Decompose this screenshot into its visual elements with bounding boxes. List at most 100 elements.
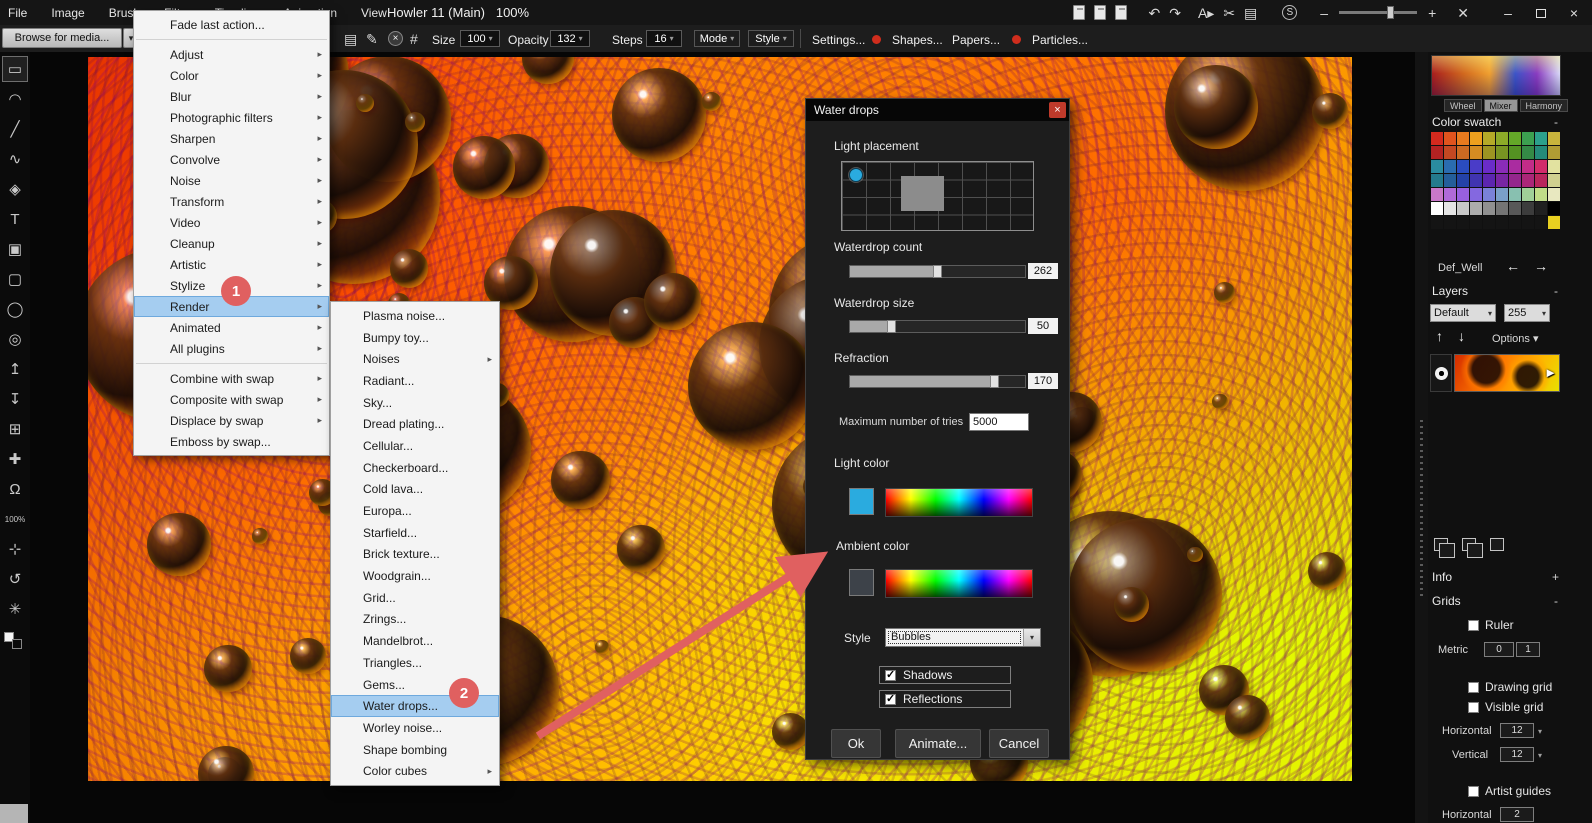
rect-select-tool[interactable]: ▢ <box>2 266 28 292</box>
menu-item-composite-with-swap[interactable]: Composite with swap▸ <box>134 389 329 410</box>
menu-item-brick-texture[interactable]: Brick texture... <box>331 544 499 566</box>
menu-item-europa[interactable]: Europa... <box>331 500 499 522</box>
slider-handle[interactable] <box>990 375 999 388</box>
color-swatch[interactable] <box>1483 174 1495 187</box>
color-swatch[interactable] <box>1431 216 1443 229</box>
collapse-color-swatch-button[interactable]: - <box>1554 115 1558 129</box>
menu-view[interactable]: View <box>361 6 387 20</box>
metric-value-2[interactable]: 1 <box>1516 642 1540 657</box>
duplicate-layer-icon[interactable] <box>1434 538 1448 551</box>
shadows-checkbox[interactable]: Shadows <box>879 666 1011 684</box>
copy-layer-icon[interactable] <box>1462 538 1476 551</box>
curve-tool[interactable]: ∿ <box>2 146 28 172</box>
color-swatch[interactable] <box>1509 188 1521 201</box>
opacity-dropdown[interactable]: 132▾ <box>550 30 590 47</box>
color-swatch[interactable] <box>1509 146 1521 159</box>
close-button[interactable]: × <box>1562 5 1586 21</box>
menu-item-cellular[interactable]: Cellular... <box>331 435 499 457</box>
refraction-slider[interactable] <box>849 375 1026 388</box>
collapse-grids-button[interactable]: - <box>1554 594 1558 608</box>
zoom-tool[interactable]: ◎ <box>2 326 28 352</box>
dialog-close-button[interactable]: × <box>1049 102 1066 118</box>
menu-item-triangles[interactable]: Triangles... <box>331 652 499 674</box>
star-tool[interactable]: ✳ <box>2 596 28 622</box>
settings-button[interactable]: Settings... <box>812 33 865 47</box>
layer-down-button[interactable]: ↓ <box>1458 328 1465 344</box>
menu-image[interactable]: Image <box>51 6 84 20</box>
menu-item-emboss-by-swap[interactable]: Emboss by swap... <box>134 431 329 452</box>
ruler-checkbox[interactable]: Ruler <box>1468 618 1514 632</box>
shadows-checkbox-box[interactable] <box>885 670 896 681</box>
next-well-button[interactable]: → <box>1534 258 1548 274</box>
color-swatch[interactable] <box>1548 160 1560 173</box>
media-panel-icon[interactable]: ▤ <box>344 31 357 48</box>
color-swatch[interactable] <box>1431 132 1443 145</box>
refraction-value[interactable]: 170 <box>1028 373 1058 389</box>
menu-item-bumpy-toy[interactable]: Bumpy toy... <box>331 327 499 349</box>
color-swatch[interactable] <box>1444 160 1456 173</box>
color-swatch[interactable] <box>1431 202 1443 215</box>
color-swatch[interactable] <box>1470 160 1482 173</box>
color-swatch[interactable] <box>1535 188 1547 201</box>
color-swatch[interactable] <box>1457 188 1469 201</box>
color-swatch[interactable] <box>1496 216 1508 229</box>
waterdrop-count-slider[interactable] <box>849 265 1026 278</box>
dialog-titlebar[interactable]: Water drops × <box>806 99 1069 121</box>
menu-item-shape-bombing[interactable]: Shape bombing <box>331 739 499 761</box>
menu-item-radiant[interactable]: Radiant... <box>331 370 499 392</box>
transform-tool[interactable]: ▣ <box>2 236 28 262</box>
panel-splitter[interactable] <box>1415 52 1428 823</box>
color-swatch[interactable] <box>1535 146 1547 159</box>
color-swatch[interactable] <box>1457 160 1469 173</box>
zoom-in-icon[interactable]: + <box>1428 6 1436 20</box>
menu-item-noises[interactable]: Noises▸ <box>331 348 499 370</box>
slider-handle[interactable] <box>933 265 942 278</box>
minimize-button[interactable]: – <box>1496 5 1520 21</box>
menu-item-water-drops[interactable]: Water drops... <box>331 695 499 717</box>
steps-dropdown[interactable]: 16▾ <box>646 30 682 47</box>
magnet-tool[interactable]: Ω <box>2 476 28 502</box>
menu-item-stylize[interactable]: Stylize▸ <box>134 275 329 296</box>
ellipse-select-tool[interactable]: ◯ <box>2 296 28 322</box>
text-tool[interactable]: T <box>2 206 28 232</box>
layer-thumbnail[interactable]: ► <box>1454 354 1560 392</box>
menu-item-transform[interactable]: Transform▸ <box>134 191 329 212</box>
menu-item-mandelbrot[interactable]: Mandelbrot... <box>331 630 499 652</box>
browse-media-button[interactable]: Browse for media... <box>2 28 122 48</box>
max-tries-input[interactable] <box>969 413 1029 431</box>
undo-icon[interactable]: ↶ <box>1148 6 1160 20</box>
color-swatch[interactable] <box>1483 132 1495 145</box>
menu-item-cold-lava[interactable]: Cold lava... <box>331 479 499 501</box>
menu-item-woodgrain[interactable]: Woodgrain... <box>331 565 499 587</box>
slider-handle[interactable] <box>887 320 896 333</box>
new-layer-icon[interactable] <box>1490 538 1504 551</box>
color-swatch[interactable] <box>1457 202 1469 215</box>
menu-item-artistic[interactable]: Artistic▸ <box>134 254 329 275</box>
color-swatch[interactable] <box>1457 174 1469 187</box>
reflections-checkbox[interactable]: Reflections <box>879 690 1011 708</box>
clear-selection-icon[interactable]: × <box>388 31 403 46</box>
menu-item-gems[interactable]: Gems... <box>331 674 499 696</box>
color-swatch[interactable] <box>1431 174 1443 187</box>
artist-guides-checkbox-box[interactable] <box>1468 786 1479 797</box>
particles-button[interactable]: Particles... <box>1032 33 1088 47</box>
text-options-icon[interactable]: A▸ <box>1198 6 1214 20</box>
menu-file[interactable]: File <box>8 6 27 20</box>
color-swatch[interactable] <box>1535 202 1547 215</box>
menu-item-color-cubes[interactable]: Color cubes▸ <box>331 760 499 782</box>
color-swatch[interactable] <box>1535 132 1547 145</box>
cut-tool-icon[interactable]: ✕ <box>1457 6 1469 20</box>
horizontal2-value[interactable]: 2 <box>1500 807 1534 822</box>
layer-visibility-toggle[interactable] <box>1430 354 1452 392</box>
ambient-color-swatch[interactable] <box>849 569 874 596</box>
menu-item-blur[interactable]: Blur▸ <box>134 86 329 107</box>
ok-button[interactable]: Ok <box>831 729 881 758</box>
color-swatch[interactable] <box>1431 146 1443 159</box>
drawing-grid-checkbox[interactable]: Drawing grid <box>1468 680 1552 694</box>
menu-item-noise[interactable]: Noise▸ <box>134 170 329 191</box>
color-swatch[interactable] <box>1548 188 1560 201</box>
prev-well-button[interactable]: ← <box>1506 258 1520 274</box>
color-swatch[interactable] <box>1483 202 1495 215</box>
waterdrop-count-value[interactable]: 262 <box>1028 263 1058 279</box>
color-swatch[interactable] <box>1535 160 1547 173</box>
